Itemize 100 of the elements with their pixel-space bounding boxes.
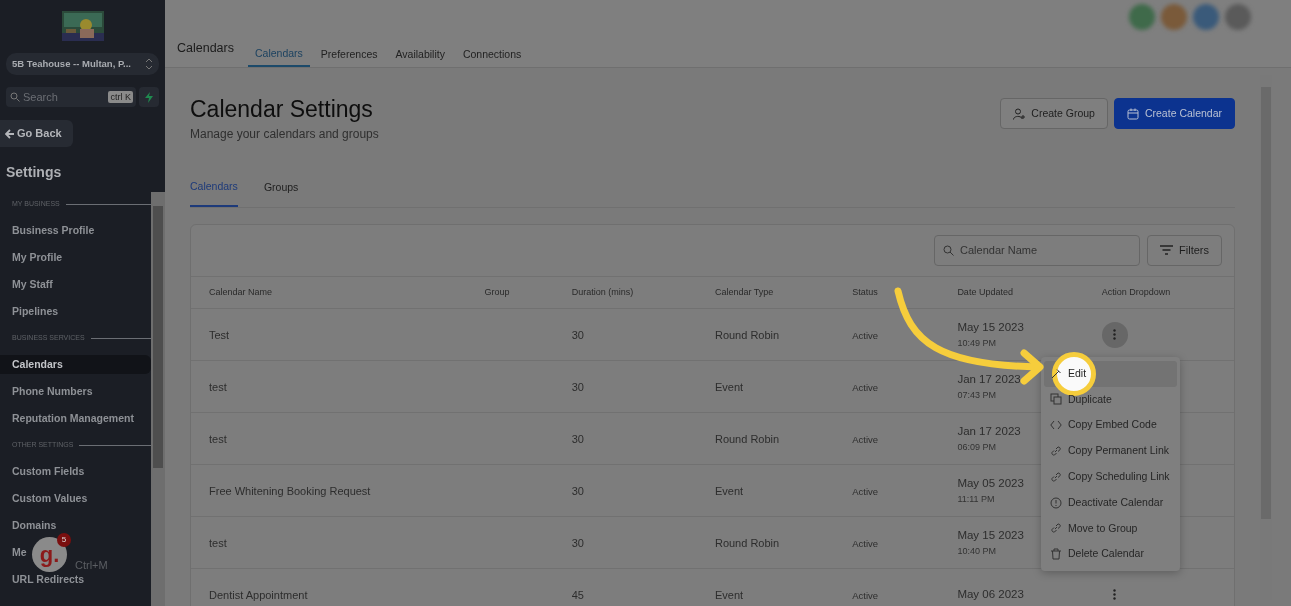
trash-icon <box>1050 548 1062 561</box>
column-header: Group <box>466 276 554 309</box>
table-cell: Dentist Appointment <box>191 568 467 606</box>
time-text: 10:40 PM <box>957 544 996 558</box>
more-button[interactable] <box>1101 321 1128 348</box>
back-button[interactable]: Go Back <box>0 120 73 147</box>
sidebar-item[interactable]: My Profile <box>0 248 67 267</box>
tab[interactable]: Groups <box>263 179 299 207</box>
page-heading: Calendars <box>177 40 234 57</box>
column-header: Calendar Name <box>191 276 467 309</box>
status-text: Active <box>852 381 879 393</box>
sidebar-item[interactable]: Domains <box>0 516 61 535</box>
table-cell: Free Whitening Booking Request <box>191 464 467 517</box>
sidebar-item[interactable]: Reputation Management <box>0 409 138 428</box>
table-cell: Round Robin <box>696 516 835 569</box>
date-text: Jan 17 2023 <box>957 424 1021 440</box>
link-icon <box>1050 470 1062 483</box>
date-text: Jan 17 2023 <box>957 372 1021 388</box>
time-text: 10:49 PM <box>957 336 996 350</box>
create-group-button[interactable]: Create Group <box>1000 98 1108 129</box>
avatar[interactable] <box>1161 4 1187 30</box>
date-text: May 06 2023 <box>957 587 1024 603</box>
sidebar-item[interactable]: Me <box>0 543 31 562</box>
shortcut-hint: Ctrl+M <box>75 559 108 572</box>
sidebar-item[interactable]: Business Profile <box>0 221 99 240</box>
table-cell: test <box>191 412 467 465</box>
table-cell: Round Robin <box>696 412 835 465</box>
chevron-updown-icon <box>145 58 153 70</box>
user-plus-icon <box>1013 107 1026 120</box>
time-text: 07:43 PM <box>957 388 996 402</box>
table-cell: Round Robin <box>696 308 835 361</box>
calendar-icon <box>1126 107 1139 120</box>
account-switcher[interactable]: 5B Teahouse -- Multan, P... <box>6 53 159 75</box>
filter-icon <box>1160 245 1174 256</box>
date-text: May 15 2023 <box>957 528 1024 544</box>
nav-tab[interactable]: Calendars <box>248 37 310 67</box>
sidebar-item[interactable]: Custom Fields <box>0 462 89 481</box>
column-header: Calendar Type <box>696 276 835 309</box>
avatar[interactable] <box>1129 4 1155 30</box>
pencil-icon <box>1050 367 1062 380</box>
time-text: 06:09 PM <box>957 440 996 454</box>
lightning-icon <box>145 91 153 103</box>
status-text: Active <box>852 537 879 549</box>
nav-tab[interactable]: Availability <box>388 37 452 67</box>
kebab-icon <box>1113 589 1117 601</box>
code-icon <box>1050 419 1062 432</box>
alert-icon <box>1050 496 1062 509</box>
table-cell: 30 <box>553 360 697 413</box>
search-field[interactable]: Calendar Name <box>934 234 1141 266</box>
column-header: Duration (mins) <box>553 276 697 309</box>
shortcut-hint: ctrl K <box>108 91 133 103</box>
sidebar-item[interactable]: Custom Values <box>0 489 92 508</box>
filters-button[interactable]: Filters <box>1147 234 1222 266</box>
date-text: May 15 2023 <box>957 320 1024 336</box>
create-calendar-button[interactable]: Create Calendar <box>1113 98 1235 129</box>
menu-item[interactable]: Delete Calendar <box>1044 541 1177 568</box>
table-cell: test <box>191 516 467 569</box>
column-header: Action Dropdown <box>1083 276 1234 309</box>
column-header: Date Updated <box>939 276 1084 309</box>
sidebar-item[interactable]: Calendars <box>0 355 151 374</box>
sidebar-item[interactable]: URL Redirects <box>0 570 89 589</box>
sidebar-heading: Settings <box>6 163 63 182</box>
menu-item[interactable]: Move to Group <box>1044 515 1177 542</box>
sidebar-item[interactable]: Pipelines <box>0 302 63 321</box>
kebab-icon <box>1113 329 1117 341</box>
avatar[interactable] <box>1193 4 1219 30</box>
table-cell: Event <box>696 568 835 606</box>
menu-item[interactable]: Duplicate <box>1044 386 1177 413</box>
column-header: Status <box>834 276 940 309</box>
search-icon <box>943 244 955 256</box>
status-text: Active <box>852 433 879 445</box>
menu-item[interactable]: Copy Scheduling Link <box>1044 463 1177 490</box>
link-icon <box>1050 445 1062 458</box>
table-cell: 30 <box>553 464 697 517</box>
scrollbar[interactable] <box>151 192 165 606</box>
table-cell: 30 <box>553 308 697 361</box>
search-icon <box>10 92 20 102</box>
table-cell: 30 <box>553 412 697 465</box>
table-cell: Event <box>696 360 835 413</box>
nav-tab[interactable]: Preferences <box>313 37 385 67</box>
page-subtitle: Manage your calendars and groups <box>190 126 379 143</box>
table-cell: 45 <box>553 568 697 606</box>
link-icon <box>1050 522 1062 535</box>
sidebar-item[interactable]: My Staff <box>0 275 57 294</box>
time-text: 11:11 PM <box>957 492 995 506</box>
status-text: Active <box>852 485 879 497</box>
status-text: Active <box>852 589 879 601</box>
arrow-left-icon <box>5 128 15 139</box>
menu-item[interactable]: Copy Embed Code <box>1044 412 1177 439</box>
table-cell: 30 <box>553 516 697 569</box>
table-cell: test <box>191 360 467 413</box>
table-cell: Event <box>696 464 835 517</box>
menu-item[interactable]: Deactivate Calendar <box>1044 489 1177 516</box>
table-cell: Test <box>191 308 467 361</box>
quick-action-button[interactable] <box>139 87 159 107</box>
sidebar-item[interactable]: Phone Numbers <box>0 382 97 401</box>
date-text: May 05 2023 <box>957 476 1024 492</box>
nav-tab[interactable]: Connections <box>455 37 529 67</box>
avatar[interactable] <box>1225 4 1251 30</box>
menu-item[interactable]: Copy Permanent Link <box>1044 438 1177 464</box>
